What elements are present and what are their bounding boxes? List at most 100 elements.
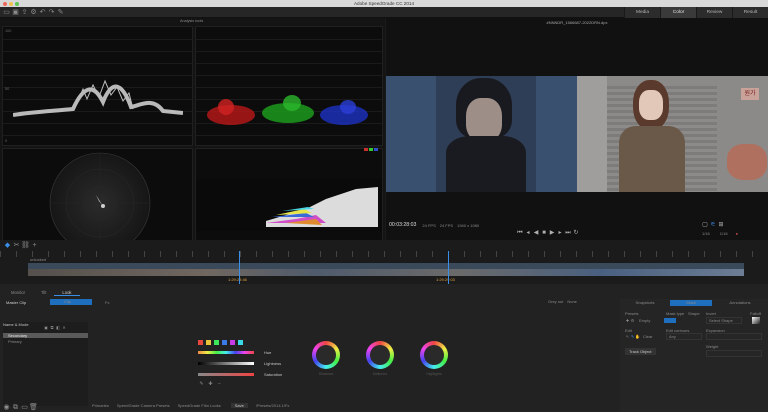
- presets-label: Presets: [625, 311, 639, 316]
- preset-settings-icon[interactable]: ⚙: [630, 318, 635, 323]
- edit-hand-icon[interactable]: ✋: [635, 334, 640, 339]
- tab-look[interactable]: Look: [54, 289, 80, 296]
- preset-link-film-looks[interactable]: SpeedGrade Film Looks: [178, 403, 221, 408]
- viewer-filename: #NNNDR_1566687-2022DRN.dpx: [546, 20, 608, 25]
- tab-monitor[interactable]: Monitor: [3, 289, 33, 296]
- layer-visibility-icon[interactable]: ◉: [2, 403, 11, 412]
- compare-icon[interactable]: ⊞: [717, 221, 725, 229]
- rewind-icon[interactable]: ◀: [532, 229, 540, 237]
- timeline-ruler[interactable]: [0, 251, 768, 257]
- falloff-label: Falloff: [750, 311, 761, 316]
- shadows-wheel[interactable]: [312, 341, 340, 369]
- secondary-playhead[interactable]: [448, 251, 449, 284]
- redo-icon[interactable]: ↷: [47, 8, 56, 17]
- clear-button[interactable]: Clear: [643, 334, 653, 339]
- tab-snapshots[interactable]: Snapshots: [620, 300, 670, 305]
- swatch-blue[interactable]: [222, 340, 227, 345]
- stop-icon[interactable]: ■: [540, 229, 548, 237]
- eyedropper-subtract-icon[interactable]: −: [215, 380, 224, 389]
- hue-label: Hue: [264, 350, 272, 355]
- swatch-yellow[interactable]: [206, 340, 211, 345]
- tab-color[interactable]: Color: [660, 7, 696, 18]
- loop-icon[interactable]: ↻: [572, 229, 580, 237]
- next-frame-icon[interactable]: ▸: [556, 229, 564, 237]
- histogram-scope[interactable]: [195, 148, 383, 248]
- play-icon[interactable]: ▶: [548, 229, 556, 237]
- open-folder-icon[interactable]: ▭: [2, 8, 11, 17]
- tab-tilt[interactable]: Tilt: [33, 289, 54, 296]
- tab-media[interactable]: Media: [624, 7, 660, 18]
- export-icon[interactable]: ⇪: [20, 8, 29, 17]
- undo-icon[interactable]: ↶: [38, 8, 47, 17]
- midtones-wheel[interactable]: [366, 341, 394, 369]
- saturation-slider[interactable]: [198, 373, 254, 376]
- edit-contours-select[interactable]: Any: [666, 333, 702, 340]
- timeline-add-icon[interactable]: +: [30, 241, 39, 250]
- layer-trash-icon[interactable]: 🗑: [29, 403, 38, 412]
- layer-duplicate-icon[interactable]: ⧉: [11, 403, 20, 412]
- lightness-slider[interactable]: [198, 362, 254, 365]
- timecode-display[interactable]: 00:03:28:03: [389, 222, 416, 228]
- timeline-select-icon[interactable]: ◆: [3, 241, 12, 250]
- expansion-field[interactable]: [706, 333, 762, 340]
- preset-select[interactable]: Empty: [639, 318, 650, 323]
- scopes-area: Analysis tools 100 50 0: [0, 18, 385, 256]
- fps-display: 24 FPS: [422, 222, 436, 228]
- highlights-wheel[interactable]: [420, 341, 448, 369]
- tab-result[interactable]: Result: [732, 7, 768, 18]
- rgb-parade-scope[interactable]: [195, 26, 383, 146]
- green-channel-toggle[interactable]: [369, 148, 373, 151]
- luma-waveform-scope[interactable]: 100 50 0: [2, 26, 193, 146]
- eyedropper-icon[interactable]: ✎: [197, 380, 206, 389]
- weight-field[interactable]: [706, 350, 762, 357]
- preset-link-camera[interactable]: SpeedGrade Camera Presets: [117, 403, 170, 408]
- red-channel-toggle[interactable]: [364, 148, 368, 151]
- viewer-image-before[interactable]: [386, 76, 577, 192]
- layer-item-secondary[interactable]: Secondary: [3, 333, 88, 338]
- viewer-image-after[interactable]: 원가: [577, 76, 768, 192]
- select-shape-field[interactable]: Select Shape: [706, 317, 742, 324]
- tools-icon[interactable]: ✎: [56, 8, 65, 17]
- swatch-cyan[interactable]: [238, 340, 243, 345]
- playhead[interactable]: [239, 251, 240, 284]
- timeline-cut-icon[interactable]: ✂: [12, 241, 21, 250]
- go-to-end-icon[interactable]: ⏭: [564, 229, 572, 237]
- settings-icon[interactable]: ⚙: [29, 8, 38, 17]
- invert-label: Invert: [706, 311, 717, 316]
- record-indicator-icon: ●: [735, 231, 739, 236]
- luma-tick-0: 0: [5, 139, 8, 143]
- go-to-start-icon[interactable]: ⏮: [516, 229, 524, 237]
- save-look-button[interactable]: Save: [230, 403, 248, 408]
- mask-panel: Snapshots Mask Annotations Presets Mask …: [620, 299, 768, 412]
- split-view-icon[interactable]: ⚟: [709, 221, 717, 229]
- clip-toggle[interactable]: Clip: [50, 299, 92, 305]
- blue-channel-toggle[interactable]: [374, 148, 378, 151]
- swatch-green[interactable]: [214, 340, 219, 345]
- preset-link-primaries[interactable]: Primaries: [92, 403, 109, 408]
- swatch-magenta[interactable]: [230, 340, 235, 345]
- tab-annotations[interactable]: Annotations: [712, 300, 768, 305]
- eyedropper-add-icon[interactable]: ✚: [206, 380, 215, 389]
- hue-slider[interactable]: [198, 351, 254, 354]
- layer-folder-icon[interactable]: ▭: [20, 403, 29, 412]
- tab-review[interactable]: Review: [696, 7, 732, 18]
- falloff-preview[interactable]: [752, 317, 760, 324]
- track-object-button[interactable]: Track Object: [625, 348, 656, 355]
- delete-layer-icon[interactable]: ✕: [61, 325, 67, 331]
- zoom-level-right[interactable]: 1/16: [720, 231, 728, 236]
- rgb-parade-trace: [207, 95, 368, 125]
- mask-type-ellipse-button[interactable]: [664, 318, 676, 323]
- histogram-trace: [196, 179, 382, 231]
- layer-item-primary[interactable]: Primary: [3, 339, 88, 344]
- swatch-red[interactable]: [198, 340, 203, 345]
- save-icon[interactable]: ▣: [11, 8, 20, 17]
- zoom-level-left[interactable]: 1/16: [702, 231, 710, 236]
- timeline-link-icon[interactable]: ⛓: [21, 241, 30, 250]
- look-file-path: /Presets/2014.1/Fx: [255, 403, 290, 408]
- tab-mask[interactable]: Mask: [670, 299, 712, 306]
- grey-out-select[interactable]: None: [567, 299, 577, 304]
- timeline-video-track-2[interactable]: [28, 269, 744, 276]
- fit-view-icon[interactable]: ▢: [701, 221, 709, 229]
- master-clip-toggle[interactable]: Master Clip: [6, 300, 46, 305]
- previous-frame-icon[interactable]: ◂: [524, 229, 532, 237]
